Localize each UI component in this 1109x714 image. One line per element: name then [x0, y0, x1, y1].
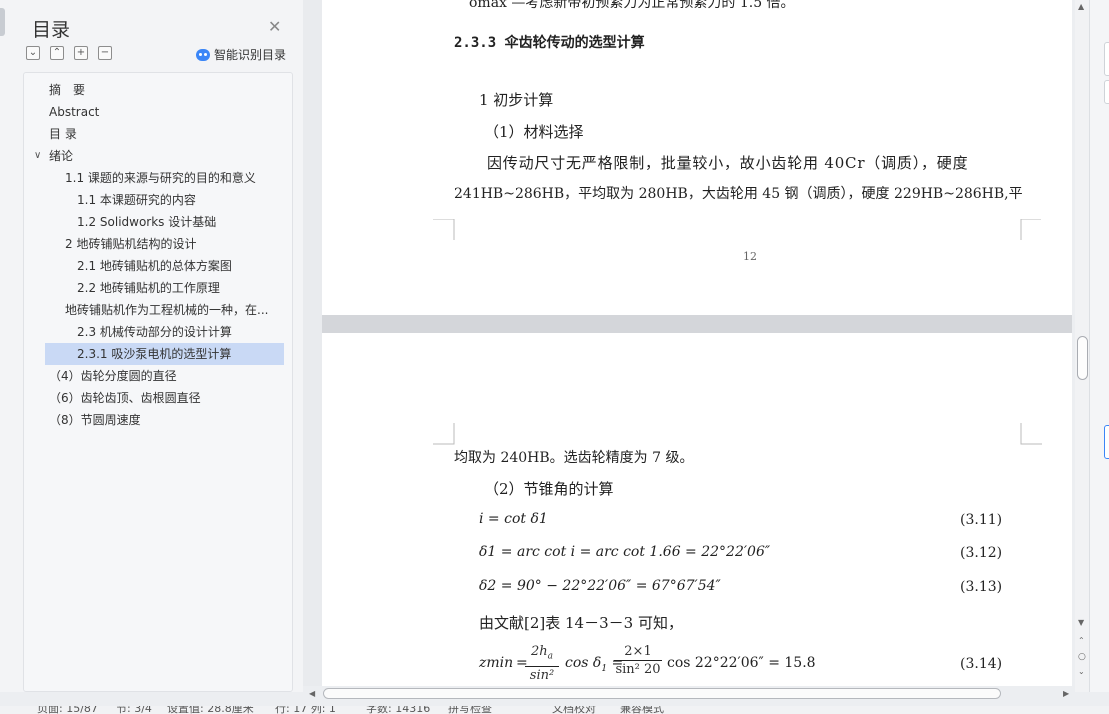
- toc-title: 目录: [32, 19, 71, 41]
- toc-item-active[interactable]: 2.3.1 吸沙泵电机的选型计算: [45, 343, 284, 365]
- toc-item[interactable]: 2.3 机械传动部分的设计计算: [24, 321, 292, 343]
- toc-item[interactable]: Abstract: [24, 101, 292, 123]
- body-text: （2）节锥角的计算: [484, 480, 614, 498]
- scroll-up-icon[interactable]: ▲: [1078, 2, 1084, 11]
- status-section: 节: 3/4: [116, 706, 152, 714]
- body-text: 241HB~286HB，平均取为 280HB，大齿轮用 45 钢（调质），硬度 …: [454, 186, 1023, 202]
- side-panel-field[interactable]: [1104, 425, 1109, 459]
- toc-item[interactable]: 摘 要: [24, 79, 292, 101]
- next-page-icon[interactable]: ⌄: [1078, 667, 1085, 676]
- doc-check-button[interactable]: 文档校对: [552, 706, 596, 714]
- vertical-scrollbar[interactable]: ▲ ▼ ⌃ ○ ⌄: [1075, 0, 1089, 692]
- document-page[interactable]: 均取为 240HB。选齿轮精度为 7 级。 （2）节锥角的计算 i = cot …: [322, 333, 1072, 692]
- collapse-all-icon[interactable]: ⌃: [50, 46, 64, 60]
- margin-corner-mark: [1020, 423, 1042, 445]
- status-page[interactable]: 页面: 15/87: [37, 706, 98, 714]
- section-heading: 2.3.3 伞齿轮传动的选型计算: [454, 35, 645, 51]
- toc-panel: 目录 ✕ ⌄ ⌃ + − 智能识别目录 摘 要 Abstract 目 录 ∨ 绪…: [0, 0, 303, 692]
- equation-number: (3.11): [960, 512, 1003, 528]
- fraction: 2ha sin² a: [525, 643, 559, 692]
- body-text: （1）材料选择: [484, 123, 584, 141]
- scroll-right-icon[interactable]: ▶: [1063, 689, 1069, 698]
- equation-number: (3.13): [960, 579, 1003, 595]
- robot-icon: [196, 48, 210, 61]
- toc-toolbar: ⌄ ⌃ + −: [26, 46, 112, 60]
- select-browse-icon[interactable]: ○: [1078, 652, 1086, 662]
- toc-item[interactable]: （6）齿轮齿顶、齿根圆直径: [24, 387, 292, 409]
- close-icon[interactable]: ✕: [268, 17, 281, 36]
- chevron-down-icon[interactable]: ∨: [34, 145, 41, 167]
- toc-item[interactable]: 2.1 地砖铺贴机的总体方案图: [24, 255, 292, 277]
- scroll-left-icon[interactable]: ◀: [309, 689, 315, 698]
- margin-corner-mark: [1020, 219, 1041, 240]
- toc-item[interactable]: 目 录: [24, 123, 292, 145]
- horizontal-scroll-thumb[interactable]: [323, 688, 1001, 699]
- document-canvas[interactable]: δmax —考虑新带初预紧力为正常预紧力的 1.5 倍。 2.3.3 伞齿轮传动…: [303, 0, 1072, 692]
- page-number: 12: [743, 250, 757, 263]
- toc-item[interactable]: 1.2 Solidworks 设计基础: [24, 211, 292, 233]
- fraction: 2×1 sin² 20: [614, 643, 662, 678]
- fraction-denominator: sin² 20: [615, 662, 661, 677]
- toc-item[interactable]: 2.2 地砖铺贴机的工作原理: [24, 277, 292, 299]
- toc-item[interactable]: 1.1 本课题研究的内容: [24, 189, 292, 211]
- panel-resize-handle[interactable]: [0, 8, 5, 36]
- body-text: 均取为 240HB。选齿轮精度为 7 级。: [454, 450, 694, 466]
- remove-item-icon[interactable]: −: [98, 46, 112, 60]
- toc-item[interactable]: 1.1 课题的来源与研究的目的和意义: [24, 167, 292, 189]
- smart-toc-label: 智能识别目录: [214, 48, 287, 62]
- spell-check-button[interactable]: 拼写检查: [448, 706, 492, 714]
- scroll-down-icon[interactable]: ▼: [1078, 618, 1084, 627]
- body-text: 由文献[2]表 14－3－3 可知，: [479, 614, 683, 632]
- horizontal-scrollbar[interactable]: ◀ ▶: [303, 686, 1075, 700]
- side-panel-field[interactable]: [1104, 80, 1109, 104]
- expand-all-icon[interactable]: ⌄: [26, 46, 40, 60]
- toc-list: 摘 要 Abstract 目 录 ∨ 绪论 1.1 课题的来源与研究的目的和意义…: [23, 72, 293, 692]
- add-item-icon[interactable]: +: [74, 46, 88, 60]
- smart-toc-button[interactable]: 智能识别目录: [196, 46, 286, 63]
- status-bar: 页面: 15/87 节: 3/4 设置值: 28.8厘米 行: 17 列: 1 …: [0, 706, 1109, 714]
- toc-item[interactable]: （4）齿轮分度圆的直径: [24, 365, 292, 387]
- body-text: 因传动尺寸无严格限制，批量较小，故小齿轮用 40Cr（调质），硬度: [487, 154, 969, 172]
- fraction-numerator: 2ha: [525, 643, 559, 667]
- status-row-col: 行: 17 列: 1: [275, 706, 336, 714]
- prev-page-icon[interactable]: ⌃: [1078, 636, 1085, 645]
- equation: δ1 = arc cot i = arc cot 1.66 = 22°22′06…: [479, 544, 771, 560]
- document-page[interactable]: δmax —考虑新带初预紧力为正常预紧力的 1.5 倍。 2.3.3 伞齿轮传动…: [322, 0, 1072, 315]
- margin-corner-mark: [433, 423, 455, 445]
- margin-corner-mark: [433, 219, 455, 240]
- equation-lhs: zmin: [479, 655, 514, 671]
- equation-term: cos 22°22′06″ = 15.8: [667, 655, 816, 671]
- vertical-scroll-thumb[interactable]: [1077, 336, 1088, 380]
- toc-item[interactable]: （8）节圆周速度: [24, 409, 292, 431]
- toc-item[interactable]: 2 地砖铺贴机结构的设计: [24, 233, 292, 255]
- side-task-panel: [1089, 0, 1109, 692]
- page-separator: [322, 315, 1072, 333]
- equation-number: (3.12): [960, 545, 1003, 561]
- fraction-numerator: 2×1: [614, 643, 662, 661]
- compat-mode-label: 兼容模式: [620, 706, 664, 714]
- equation-number: (3.14): [960, 656, 1003, 672]
- toc-item[interactable]: 地砖铺贴机作为工程机械的一种，在...: [24, 299, 292, 321]
- status-setting: 设置值: 28.8厘米: [167, 706, 254, 714]
- body-text: 1 初步计算: [479, 91, 554, 109]
- equation: δ2 = 90° − 22°22′06″ = 67°67′54″: [479, 578, 721, 594]
- equation: i = cot δ1: [479, 511, 548, 527]
- status-word-count[interactable]: 字数: 14316: [366, 706, 430, 714]
- side-panel-field[interactable]: [1104, 42, 1109, 76]
- toc-item[interactable]: ∨ 绪论: [24, 145, 292, 167]
- body-text: δmax —考虑新带初预紧力为正常预紧力的 1.5 倍。: [469, 0, 795, 11]
